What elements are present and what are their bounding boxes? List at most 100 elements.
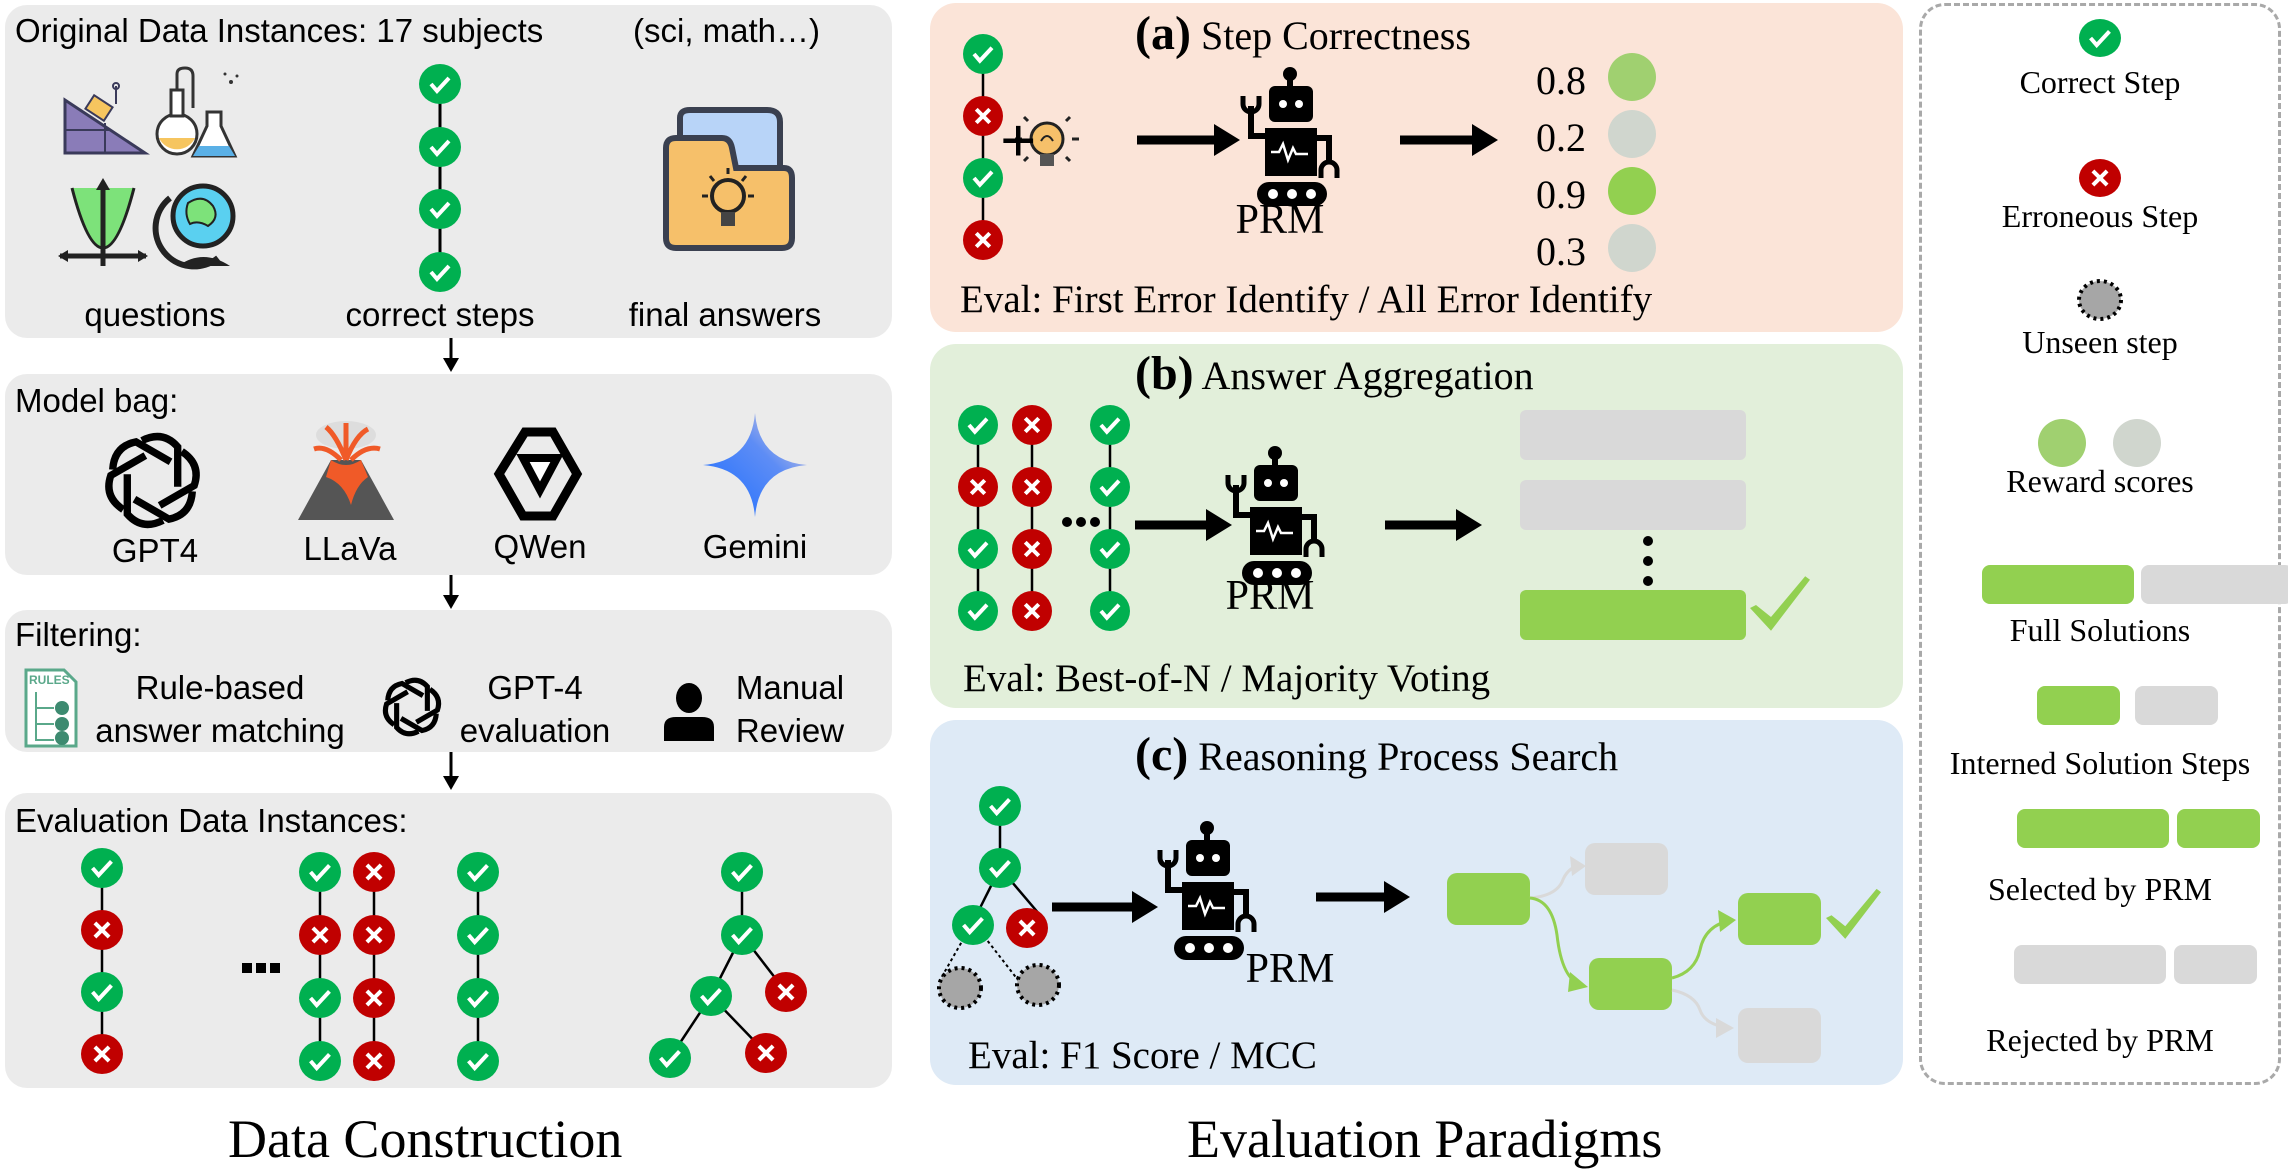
correct-step-node <box>1090 467 1130 507</box>
selected-check-icon <box>1750 576 1810 631</box>
filtering-title: Filtering: <box>15 616 142 653</box>
legend-label-selected: Selected by PRM <box>1988 871 2212 907</box>
unseen-step-node <box>1015 963 1061 1007</box>
model-qwen-label: QWen <box>493 528 587 565</box>
ellipsis-dot <box>242 963 252 973</box>
final-answers-label: final answers <box>628 296 822 333</box>
erroneous-step-node <box>299 915 341 955</box>
correct-step-node <box>721 915 763 955</box>
model-gemini-label: Gemini <box>702 528 808 565</box>
selected-arrowhead <box>1718 910 1736 932</box>
rule-based-line1: Rule-based <box>135 669 305 706</box>
erroneous-step-node <box>765 972 807 1012</box>
erroneous-step-node <box>963 96 1003 136</box>
unseen-step-node <box>937 966 983 1010</box>
ellipsis-dot <box>256 963 266 973</box>
physics-incline-icon <box>63 82 150 155</box>
original-data-subtitle: (sci, math…) <box>633 12 821 49</box>
erroneous-step-node <box>353 978 395 1018</box>
flow-arrow-down-icon <box>443 575 459 609</box>
correct-steps-label: correct steps <box>345 296 535 333</box>
reward-score-value: 0.8 <box>1536 58 1586 103</box>
evaluation-instances-diagram <box>81 848 807 1081</box>
panel-a-prm-label: PRM <box>1235 197 1325 243</box>
correct-step-node <box>979 786 1021 826</box>
legend-label-full-solutions: Full Solutions <box>2009 612 2191 648</box>
correct-step-node <box>299 852 341 892</box>
erroneous-step-node <box>1012 405 1052 445</box>
rejected-solution-bar <box>1520 410 1746 460</box>
erroneous-step-node <box>745 1033 787 1073</box>
panel-b-prm-label: PRM <box>1225 573 1315 619</box>
selected-solution-bar <box>1520 590 1746 640</box>
reward-score-value: 0.3 <box>1536 229 1586 274</box>
correct-step-node <box>958 529 998 569</box>
vertical-ellipsis-dot <box>1643 576 1653 586</box>
gpt4-eval-line1: GPT-4 <box>487 669 583 706</box>
panel-a-eval-metric: Eval: First Error Identify / All Error I… <box>960 278 1653 321</box>
questions-label: questions <box>84 296 226 333</box>
selected-step-box <box>1738 893 1821 945</box>
rule-based-line2: answer matching <box>95 712 345 749</box>
rejected-step-box <box>1738 1008 1821 1063</box>
rejected-arrowhead <box>1570 856 1586 876</box>
model-llava-label: LLaVa <box>303 530 397 567</box>
manual-review-line2: Review <box>735 712 845 749</box>
selected-path <box>1529 896 1583 987</box>
correct-step-node <box>419 64 461 104</box>
legend-label-reward-scores: Reward scores <box>2006 463 2194 499</box>
arrow-right-icon <box>1137 124 1240 156</box>
legend-label-unseen-step: Unseen step <box>2022 324 2178 360</box>
correct-step-node <box>457 915 499 955</box>
gpt4-eval-line2: evaluation <box>459 712 611 749</box>
correct-step-node <box>419 127 461 167</box>
correct-step-node <box>457 978 499 1018</box>
correct-step-node <box>81 972 123 1012</box>
rejected-solution-bar <box>1520 480 1746 530</box>
correct-step-node <box>958 405 998 445</box>
selected-step-box <box>1447 873 1530 925</box>
correct-step-node <box>1090 405 1130 445</box>
correct-step-node <box>457 852 499 892</box>
model-gpt4-label: GPT4 <box>111 532 199 569</box>
openai-logo-icon <box>105 432 200 529</box>
llava-volcano-icon <box>298 421 394 520</box>
flow-arrow-down-icon <box>443 338 459 372</box>
correct-step-node <box>1090 591 1130 631</box>
gpt4-eval-label: GPT-4 evaluation <box>440 666 630 752</box>
model-bag-title: Model bag: <box>15 382 179 419</box>
legend-label-erroneous-step: Erroneous Step <box>2001 198 2199 234</box>
correct-step-node <box>963 34 1003 74</box>
correct-step-node <box>1090 529 1130 569</box>
vertical-ellipsis-dot <box>1643 556 1653 566</box>
person-icon <box>664 683 714 741</box>
prm-robot-icon <box>1225 446 1325 585</box>
reward-score-value: 0.9 <box>1536 172 1586 217</box>
prm-robot-icon <box>1157 821 1257 960</box>
correct-step-node <box>649 1038 691 1078</box>
selected-arrowhead <box>1568 972 1588 992</box>
correct-step-node <box>299 1041 341 1081</box>
erroneous-step-node <box>963 220 1003 260</box>
reward-score-value: 0.2 <box>1536 115 1586 160</box>
arrow-right-icon <box>1316 881 1410 913</box>
erroneous-step-node <box>353 1041 395 1081</box>
legend-label-correct-step: Correct Step <box>2019 64 2181 100</box>
ellipsis-dot <box>1090 517 1100 527</box>
panel-c-eval-metric: Eval: F1 Score / MCC <box>968 1034 1317 1077</box>
svg-text:RULES: RULES <box>29 673 70 687</box>
erroneous-step-node <box>1012 529 1052 569</box>
prm-robot-icon <box>1240 67 1340 206</box>
reward-score-dot <box>1608 167 1656 215</box>
answer-aggregation-diagram <box>958 405 1810 640</box>
erroneous-step-node <box>1012 467 1052 507</box>
qwen-logo-icon <box>493 427 583 521</box>
correct-steps-chain <box>419 64 461 292</box>
correct-step-node <box>979 848 1021 888</box>
data-construction-caption: Data Construction <box>228 1109 623 1169</box>
evaluation-paradigms-caption: Evaluation Paradigms <box>1187 1109 1663 1169</box>
original-data-title: Original Data Instances: 17 subjects <box>15 12 544 49</box>
correct-step-node <box>81 848 123 888</box>
gemini-logo-icon <box>703 413 807 517</box>
rejected-arrowhead <box>1716 1018 1734 1038</box>
